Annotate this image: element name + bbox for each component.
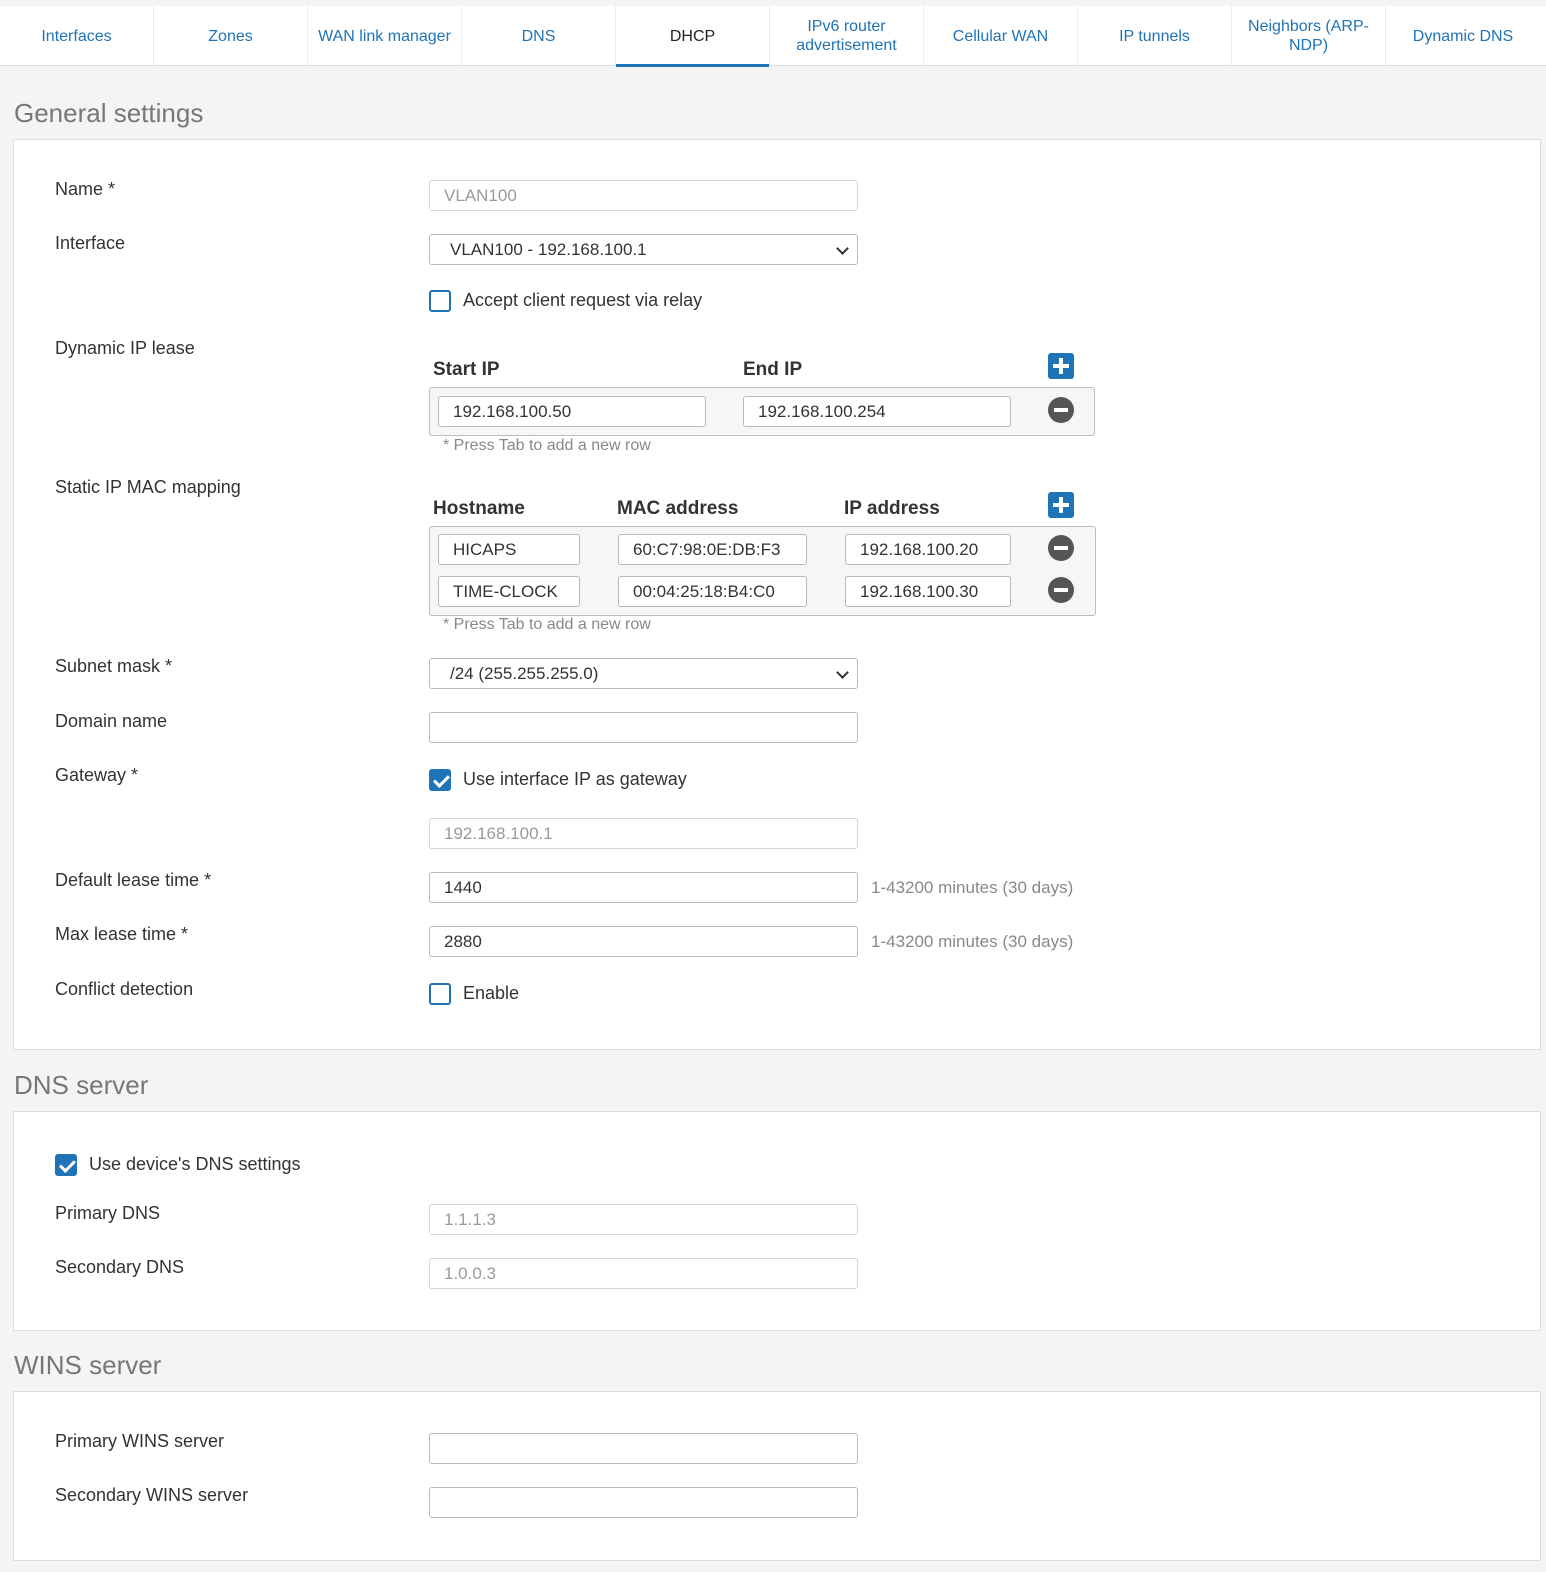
start-ip-header: Start IP	[433, 359, 500, 380]
tab-zones[interactable]: Zones	[154, 6, 308, 66]
gateway-input[interactable]: 192.168.100.1	[429, 818, 858, 849]
add-lease-row-button[interactable]	[1048, 353, 1074, 379]
tab-bar: Interfaces Zones WAN link manager DNS DH…	[0, 6, 1546, 67]
primary-wins-label: Primary WINS server	[55, 1431, 225, 1451]
relay-checkbox-label: Accept client request via relay	[463, 290, 703, 310]
ip-address-header: IP address	[844, 498, 940, 519]
secondary-dns-input[interactable]: 1.0.0.3	[429, 1258, 858, 1289]
general-settings-title: General settings	[14, 98, 204, 128]
tab-dns[interactable]: DNS	[462, 6, 616, 66]
domain-name-input[interactable]	[429, 712, 858, 743]
mapping-hostname-input[interactable]: HICAPS	[438, 534, 580, 565]
start-ip-input[interactable]: 192.168.100.50	[438, 396, 706, 427]
mapping-mac-input[interactable]: 00:04:25:18:B4:C0	[618, 576, 807, 607]
default-lease-helper: 1-43200 minutes (30 days)	[871, 878, 1074, 897]
mapping-ip-input[interactable]: 192.168.100.30	[845, 576, 1011, 607]
domain-name-label: Domain name	[55, 711, 168, 731]
use-device-dns-checkbox[interactable]	[55, 1154, 77, 1176]
primary-dns-label: Primary DNS	[55, 1203, 161, 1223]
relay-checkbox[interactable]	[429, 290, 451, 312]
dns-server-title: DNS server	[14, 1070, 149, 1100]
conflict-detection-label: Conflict detection	[55, 979, 194, 999]
end-ip-header: End IP	[743, 359, 803, 380]
hostname-header: Hostname	[433, 498, 525, 519]
tab-dhcp[interactable]: DHCP	[616, 6, 770, 67]
max-lease-label: Max lease time *	[55, 924, 189, 944]
end-ip-input[interactable]: 192.168.100.254	[743, 396, 1011, 427]
gateway-checkbox-label: Use interface IP as gateway	[463, 769, 687, 789]
remove-lease-row-button[interactable]	[1048, 397, 1074, 423]
gateway-label: Gateway *	[55, 765, 139, 785]
mapping-hostname-input[interactable]: TIME-CLOCK	[438, 576, 580, 607]
subnet-mask-label: Subnet mask *	[55, 656, 173, 676]
use-device-dns-label: Use device's DNS settings	[89, 1154, 301, 1174]
interface-select-value: VLAN100 - 192.168.100.1	[450, 239, 647, 259]
conflict-detection-checkbox[interactable]	[429, 983, 451, 1005]
secondary-wins-label: Secondary WINS server	[55, 1485, 249, 1505]
mapping-tab-hint: * Press Tab to add a new row	[443, 616, 651, 633]
wins-server-title: WINS server	[14, 1350, 162, 1380]
tab-ip-tunnels[interactable]: IP tunnels	[1078, 6, 1232, 66]
subnet-mask-select[interactable]: /24 (255.255.255.0)	[429, 658, 858, 689]
secondary-dns-label: Secondary DNS	[55, 1257, 185, 1277]
remove-mapping-row-button[interactable]	[1048, 577, 1074, 603]
tab-wan-link-manager[interactable]: WAN link manager	[308, 6, 462, 66]
subnet-mask-select-value: /24 (255.255.255.0)	[450, 663, 599, 683]
mac-address-header: MAC address	[617, 498, 739, 519]
secondary-wins-input[interactable]	[429, 1487, 858, 1518]
interface-label: Interface	[55, 233, 126, 253]
default-lease-label: Default lease time *	[55, 870, 212, 890]
tab-interfaces[interactable]: Interfaces	[0, 6, 154, 66]
lease-tab-hint: * Press Tab to add a new row	[443, 437, 651, 454]
primary-wins-input[interactable]	[429, 1433, 858, 1464]
tab-neighbors[interactable]: Neighbors (ARP-NDP)	[1232, 6, 1386, 66]
wins-server-panel	[13, 1391, 1541, 1561]
tab-cellular-wan[interactable]: Cellular WAN	[924, 6, 1078, 66]
tab-dynamic-dns[interactable]: Dynamic DNS	[1386, 6, 1540, 66]
conflict-detection-checkbox-label: Enable	[463, 983, 520, 1003]
max-lease-helper: 1-43200 minutes (30 days)	[871, 932, 1074, 951]
default-lease-input[interactable]: 1440	[429, 872, 858, 903]
remove-mapping-row-button[interactable]	[1048, 535, 1074, 561]
tab-ipv6-router-advertisement[interactable]: IPv6 router advertisement	[770, 6, 924, 66]
max-lease-input[interactable]: 2880	[429, 926, 858, 957]
mapping-ip-input[interactable]: 192.168.100.20	[845, 534, 1011, 565]
interface-select[interactable]: VLAN100 - 192.168.100.1	[429, 234, 858, 265]
name-label: Name *	[55, 179, 116, 199]
dynamic-ip-lease-label: Dynamic IP lease	[55, 338, 195, 358]
static-mapping-label: Static IP MAC mapping	[55, 477, 241, 497]
mapping-mac-input[interactable]: 60:C7:98:0E:DB:F3	[618, 534, 807, 565]
primary-dns-input[interactable]: 1.1.1.3	[429, 1204, 858, 1235]
add-mapping-row-button[interactable]	[1048, 492, 1074, 518]
gateway-checkbox[interactable]	[429, 769, 451, 791]
name-input[interactable]: VLAN100	[429, 180, 858, 211]
